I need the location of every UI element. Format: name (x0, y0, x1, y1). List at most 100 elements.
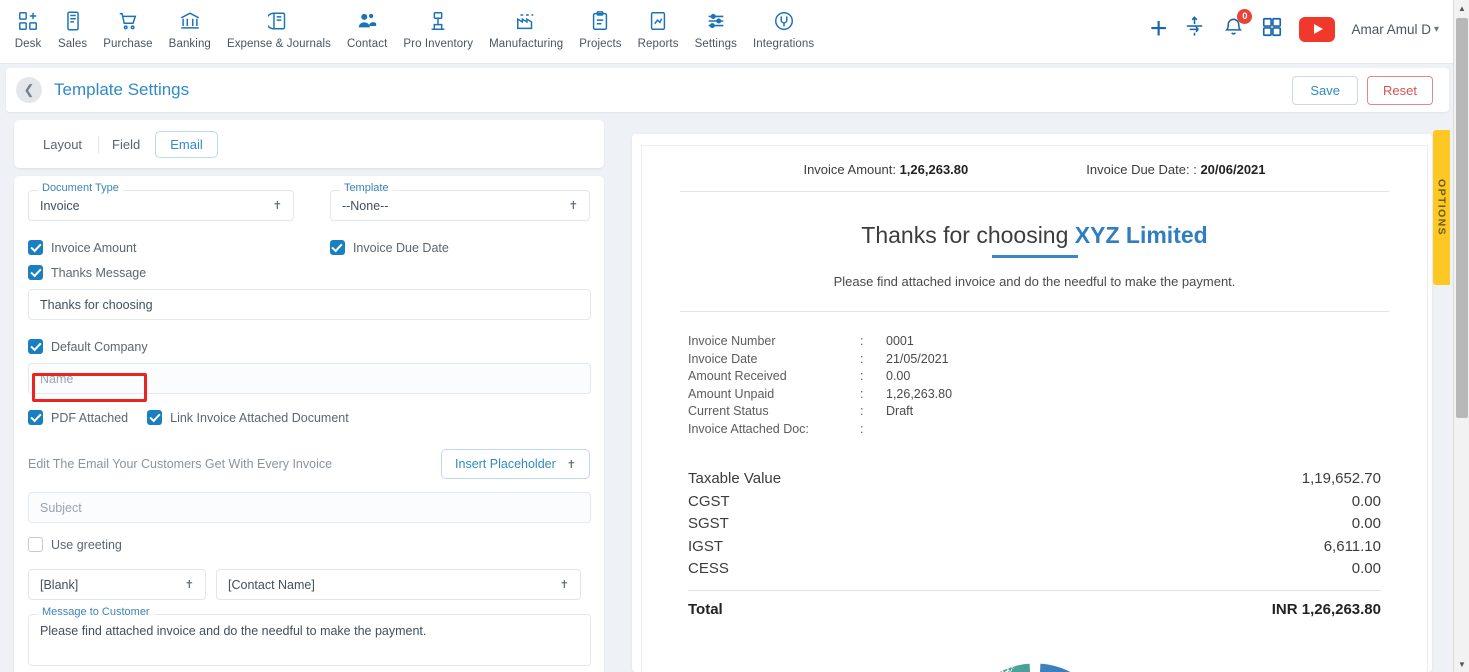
app-root: Desk Sales Purchase Banking Expense & Jo… (0, 0, 1469, 672)
checkbox-label-pdf-attached: PDF Attached (51, 410, 129, 425)
meta-value: Draft (886, 404, 914, 418)
chevron-down-icon: ✝ (568, 200, 578, 212)
nav-label: Projects (579, 38, 622, 50)
subheader-actions: Save Reset (1292, 75, 1433, 105)
template-select[interactable]: --None-- ✝ (329, 190, 590, 221)
import-export-button[interactable] (1183, 15, 1206, 43)
reset-button[interactable]: Reset (1367, 75, 1433, 105)
checkbox-link-invoice-doc-box[interactable] (147, 410, 163, 425)
tab-email[interactable]: Email (155, 130, 218, 158)
document-type-select[interactable]: Invoice ✝ (28, 190, 294, 221)
user-menu[interactable]: Amar Amul D ▾ (1351, 22, 1439, 37)
nav-item-reports[interactable]: Reports (630, 7, 687, 50)
meta-separator: : (860, 351, 864, 366)
tax-row: CESS 0.00 (688, 558, 1381, 581)
greeting-row: [Blank] ✝ [Contact Name] ✝ (28, 569, 590, 600)
meta-row: Amount Unpaid : 1,26,263.80 (688, 386, 1399, 404)
nav-item-sales[interactable]: Sales (50, 7, 95, 50)
chevron-down-icon: ✝ (559, 579, 569, 591)
checkbox-label: Use greeting (51, 537, 122, 552)
settings-left-panel: Layout Field Email Document Type Invoice… (14, 120, 604, 672)
preview-invoice-due-date: Invoice Due Date: : 20/06/2021 (1086, 162, 1265, 177)
preview-top-row: Invoice Amount: 1,26,263.80 Invoice Due … (670, 162, 1399, 177)
nav-label: Sales (58, 38, 88, 50)
message-to-customer-textarea[interactable]: Please find attached invoice and do the … (28, 614, 591, 666)
nav-label: Contact (347, 38, 388, 50)
preview-total-row: Total INR 1,26,263.80 (688, 601, 1381, 618)
attachment-checkbox-row: PDF Attached Link Invoice Attached Docum… (28, 410, 590, 425)
checkbox-invoice-due-date[interactable]: Invoice Due Date (329, 240, 590, 255)
greeting-contact-select[interactable]: [Contact Name] ✝ (216, 569, 581, 600)
inventory-icon (427, 7, 449, 35)
checkbox-box[interactable] (28, 339, 43, 354)
company-name-input[interactable]: Name (28, 363, 591, 394)
nav-item-expense-journals[interactable]: Expense & Journals (219, 7, 339, 50)
nav-item-desk[interactable]: Desk (6, 7, 50, 50)
nav-item-manufacturing[interactable]: Manufacturing (481, 7, 571, 50)
insert-placeholder-button[interactable]: Insert Placeholder ✝ (441, 449, 590, 479)
tax-row: CGST 0.00 (688, 491, 1381, 514)
greeting-blank-value: [Blank] (40, 577, 79, 592)
checkbox-default-company[interactable]: Default Company (28, 339, 590, 354)
document-type-label: Document Type (38, 182, 123, 194)
scroll-up-arrow-icon[interactable]: ▲ (1454, 0, 1469, 16)
tab-field[interactable]: Field (97, 131, 155, 158)
tax-label: IGST (688, 537, 724, 555)
tax-value: 1,19,652.70 (1301, 470, 1381, 487)
options-tab-label: OPTIONS (1435, 178, 1448, 237)
checkbox-invoice-amount[interactable]: Invoice Amount (28, 240, 294, 255)
sales-receipt-icon (62, 7, 84, 35)
template-value: --None-- (341, 198, 389, 213)
dropdown-row: Document Type Invoice ✝ Template --None-… (28, 182, 590, 221)
greeting-blank-select[interactable]: [Blank] ✝ (28, 569, 206, 600)
save-button[interactable]: Save (1292, 75, 1359, 105)
apps-grid-button[interactable] (1261, 16, 1283, 43)
page-scrollbar[interactable]: ▲ ▼ (1453, 0, 1469, 672)
subject-input[interactable]: Subject (28, 492, 591, 523)
checkbox-box[interactable] (28, 537, 43, 552)
document-type-field: Document Type Invoice ✝ (28, 182, 294, 221)
nav-item-integrations[interactable]: Integrations (745, 7, 822, 50)
notifications-button[interactable]: 0 (1222, 9, 1253, 43)
nav-item-pro-inventory[interactable]: Pro Inventory (395, 7, 481, 50)
preview-tax-summary: Taxable Value 1,19,652.70 CGST 0.00 SGST… (670, 468, 1399, 618)
thanks-message-input[interactable]: Thanks for choosing (28, 289, 591, 320)
tax-value: 0.00 (1351, 560, 1381, 577)
shopping-cart-icon (117, 7, 139, 35)
nav-item-contact[interactable]: Contact (339, 7, 395, 50)
template-field: Template --None-- ✝ (329, 182, 590, 221)
tax-row: IGST 6,611.10 (688, 536, 1381, 559)
nav-item-settings[interactable]: Settings (687, 7, 745, 50)
checkbox-box[interactable] (329, 240, 345, 255)
back-button[interactable]: ❮ (16, 77, 42, 103)
scroll-down-arrow-icon[interactable]: ▼ (1454, 656, 1469, 672)
document-type-value: Invoice (40, 198, 80, 213)
meta-value: 0.00 (886, 369, 911, 383)
contacts-icon (356, 7, 378, 35)
tax-value: 6,611.10 (1323, 537, 1381, 555)
nav-item-projects[interactable]: Projects (571, 7, 629, 50)
tab-layout[interactable]: Layout (28, 131, 97, 158)
scrollbar-thumb[interactable] (1456, 18, 1468, 418)
nav-item-banking[interactable]: Banking (161, 7, 219, 50)
meta-key: Amount Received (688, 369, 787, 383)
options-side-tab[interactable]: OPTIONS (1433, 130, 1450, 285)
tax-label: CGST (688, 492, 730, 510)
nav-label: Integrations (752, 38, 815, 50)
checkbox-use-greeting[interactable]: Use greeting (28, 537, 590, 552)
checkbox-box[interactable] (28, 240, 43, 255)
total-label: Total (688, 600, 723, 618)
nav-item-purchase[interactable]: Purchase (95, 7, 160, 50)
chevron-down-icon: ✝ (184, 579, 194, 591)
preview-invoice-amount-label: Invoice Amount: (803, 162, 896, 177)
preview-message: Please find attached invoice and do the … (833, 274, 1236, 289)
meta-separator: : (860, 334, 864, 348)
checkbox-box[interactable] (28, 265, 43, 280)
checkbox-thanks-message[interactable]: Thanks Message (28, 265, 294, 280)
checkbox-pdf-attached-box[interactable] (28, 410, 43, 425)
video-tutorial-button[interactable] (1299, 16, 1336, 42)
divider (680, 311, 1389, 312)
checkbox-label-link-invoice-doc: Link Invoice Attached Document (170, 410, 349, 425)
meta-row: Current Status : Draft (688, 403, 1399, 421)
add-button[interactable]: + (1150, 14, 1168, 44)
